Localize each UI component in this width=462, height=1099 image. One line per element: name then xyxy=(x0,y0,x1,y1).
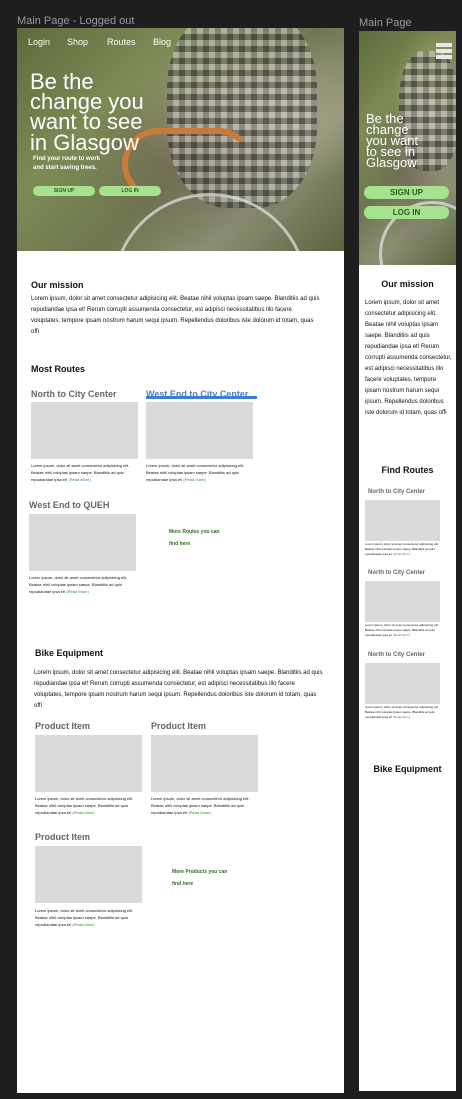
product-card-text: Lorem ipsum, dolor sit amet consectetur … xyxy=(151,795,261,816)
hamburger-icon[interactable] xyxy=(436,43,452,61)
hero-subtitle-line: Find your route to work xyxy=(33,156,100,162)
route-card-image[interactable] xyxy=(31,402,138,459)
mission-text: Lorem ipsum, dolor sit amet consectetur … xyxy=(365,300,452,416)
more-products-link[interactable]: More Products you can find here xyxy=(172,866,227,890)
product-card-image[interactable] xyxy=(35,735,142,792)
more-products-line: find here xyxy=(172,881,194,887)
route-card-text: Lorem ipsum, dolor sit amet consectetur … xyxy=(29,574,139,595)
active-route-underline xyxy=(146,396,257,399)
route-card-text: Lorem ipsum, dolor sit amet consectetur … xyxy=(365,542,447,557)
mission-title: Our mission xyxy=(381,279,434,289)
route-card-title[interactable]: North to City Center xyxy=(368,489,425,495)
route-card-image[interactable] xyxy=(146,402,253,459)
product-card-text: Lorem ipsum, dolor sit amet consectetur … xyxy=(35,795,145,816)
product-card-image[interactable] xyxy=(151,735,258,792)
read-more-link[interactable]: (Read More) xyxy=(72,810,94,815)
hero-title-line: Glasgow xyxy=(366,155,417,170)
route-card-image[interactable] xyxy=(29,514,136,571)
login-button[interactable]: LOG IN xyxy=(364,206,449,219)
product-card-title[interactable]: Product Item xyxy=(35,721,90,731)
route-card-title[interactable]: West End to QUEH xyxy=(29,500,109,510)
desktop-frame: Login Shop Routes Blog Be the change you… xyxy=(17,28,344,1093)
mobile-hero: Be the change you want to see in Glasgow… xyxy=(359,31,456,265)
read-more-link[interactable]: (Read More) xyxy=(393,715,410,719)
mission-title: Our mission xyxy=(31,280,84,290)
route-card-image[interactable] xyxy=(365,500,440,541)
routes-title: Find Routes xyxy=(381,465,434,475)
more-routes-line: More Routes you can xyxy=(169,529,220,535)
route-card-title[interactable]: North to City Center xyxy=(368,570,425,576)
mission-text: Lorem ipsum, dolor sit amet consectetur … xyxy=(31,296,320,335)
route-card-text: Lorem ipsum, dolor sit amet consectetur … xyxy=(31,462,141,483)
routes-title: Most Routes xyxy=(31,364,85,374)
hero-subtitle: Find your route to work and start saving… xyxy=(33,155,100,173)
route-card-text: Lorem ipsum, dolor sit amet consectetur … xyxy=(146,462,256,483)
hero-title-line: in Glasgow xyxy=(30,129,139,155)
route-card-text: Lorem ipsum, dolor sit amet consectetur … xyxy=(365,705,447,720)
desktop-frame-label: Main Page - Logged out xyxy=(17,15,135,27)
nav-shop-link[interactable]: Shop xyxy=(67,37,88,47)
hero-subtitle-line: and start saving trees. xyxy=(33,165,97,171)
signup-button[interactable]: SIGN UP xyxy=(364,186,449,199)
route-card-title[interactable]: North to City Center xyxy=(368,652,425,658)
product-card-text: Lorem ipsum, dolor sit amet consectetur … xyxy=(35,907,145,928)
read-more-link[interactable]: (Read More) xyxy=(72,922,94,927)
more-products-line: More Products you can xyxy=(172,869,228,875)
equipment-title: Bike Equipment xyxy=(35,648,104,658)
read-more-link[interactable]: (Read More) xyxy=(183,477,205,482)
product-card-title[interactable]: Product Item xyxy=(35,832,90,842)
nav-blog-link[interactable]: Blog xyxy=(153,37,171,47)
nav-login-link[interactable]: Login xyxy=(28,37,50,47)
signup-button[interactable]: SIGN UP xyxy=(33,186,95,196)
product-card-image[interactable] xyxy=(35,846,142,903)
more-routes-link[interactable]: More Routes you can find here xyxy=(169,526,220,550)
route-card-text: Lorem ipsum, dolor sit amet consectetur … xyxy=(365,623,447,638)
route-card-title[interactable]: North to City Center xyxy=(31,389,117,399)
read-more-link[interactable]: (Read More) xyxy=(68,477,90,482)
login-button[interactable]: LOG IN xyxy=(99,186,161,196)
read-more-link[interactable]: (Read More) xyxy=(188,810,210,815)
read-more-link[interactable]: (Read More) xyxy=(393,633,410,637)
route-card-image[interactable] xyxy=(365,581,440,622)
equipment-title: Bike Equipment xyxy=(373,764,442,774)
product-card-title[interactable]: Product Item xyxy=(151,721,206,731)
more-routes-line: find here xyxy=(169,541,191,547)
nav-routes-link[interactable]: Routes xyxy=(107,37,136,47)
desktop-hero: Login Shop Routes Blog Be the change you… xyxy=(17,28,344,251)
read-more-link[interactable]: (Read More) xyxy=(393,552,410,556)
hero-title: Be the change you want to see in Glasgow xyxy=(366,112,418,170)
read-more-link[interactable]: (Read More) xyxy=(66,589,88,594)
route-card-image[interactable] xyxy=(365,663,440,704)
hero-title: Be the change you want to see in Glasgow xyxy=(30,70,144,155)
mobile-frame: Be the change you want to see in Glasgow… xyxy=(359,31,456,1091)
mobile-frame-label: Main Page xyxy=(359,17,412,29)
equipment-text: Lorem ipsum, dolor sit amet consectetur … xyxy=(34,670,323,709)
